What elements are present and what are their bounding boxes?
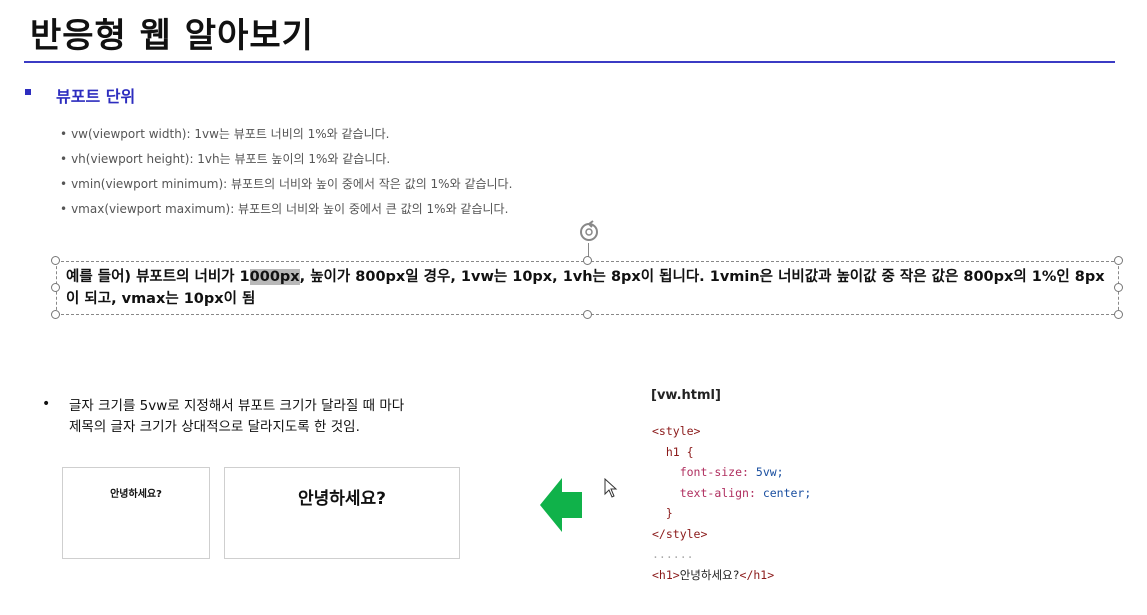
code-close-brace: } bbox=[665, 506, 673, 520]
resize-handle-top-mid[interactable] bbox=[583, 256, 592, 265]
resize-handle-top-right[interactable] bbox=[1114, 256, 1123, 265]
code-block: <style> h1 { font-size: 5vw; text-align:… bbox=[652, 421, 811, 585]
unit-item-vmin: vmin(viewport minimum): 뷰포트의 너비와 높이 중에서 … bbox=[60, 174, 512, 199]
slide-title: 반응형 웹 알아보기 bbox=[30, 16, 314, 56]
example-text-highlight: 000px bbox=[249, 269, 300, 285]
example-text[interactable]: 예를 들어) 뷰포트의 너비가 1000px, 높이가 800px일 경우, 1… bbox=[66, 266, 1106, 310]
example-text-before: 예를 들어) 뷰포트의 너비가 1 bbox=[66, 269, 250, 285]
unit-item-vmax: vmax(viewport maximum): 뷰포트의 너비와 높이 중에서 … bbox=[60, 199, 512, 224]
code-value-font-size: 5vw; bbox=[755, 465, 784, 479]
point-text: 글자 크기를 5vw로 지정해서 뷰포트 크기가 달라질 때 마다 제목의 글자… bbox=[69, 396, 509, 438]
code-prop-font-size: font-size: bbox=[679, 465, 749, 479]
demo-small-heading: 안녕하세요? bbox=[110, 489, 162, 500]
section-bullet-icon bbox=[25, 89, 31, 95]
mouse-cursor-icon bbox=[604, 478, 618, 498]
resize-handle-mid-left[interactable] bbox=[51, 283, 60, 292]
left-arrow-icon bbox=[540, 478, 582, 532]
code-filename: [vw.html] bbox=[651, 388, 721, 403]
section-heading: 뷰포트 단위 bbox=[56, 87, 136, 106]
code-value-text-align: center; bbox=[762, 485, 812, 500]
rotate-handle-icon[interactable] bbox=[576, 219, 602, 245]
code-prop-text-align: text-align: bbox=[679, 485, 756, 500]
resize-handle-bottom-right[interactable] bbox=[1114, 310, 1123, 319]
demo-large-viewport: 안녕하세요? bbox=[224, 467, 460, 559]
resize-handle-mid-right[interactable] bbox=[1114, 283, 1123, 292]
point-bullet: • bbox=[42, 396, 51, 412]
unit-item-vh: vh(viewport height): 1vh는 뷰포트 높이의 1%와 같습… bbox=[60, 149, 512, 174]
code-style-open: <style> bbox=[652, 424, 701, 438]
code-style-close: </style> bbox=[652, 526, 708, 541]
point-line-1: 글자 크기를 5vw로 지정해서 뷰포트 크기가 달라질 때 마다 bbox=[69, 398, 405, 414]
code-h1-close: </h1> bbox=[739, 567, 775, 582]
code-ellipsis: ...... bbox=[652, 547, 694, 561]
code-h1-text: 안녕하세요? bbox=[679, 567, 740, 582]
resize-handle-bottom-left[interactable] bbox=[51, 310, 60, 319]
resize-handle-top-left[interactable] bbox=[51, 256, 60, 265]
viewport-unit-list: vw(viewport width): 1vw는 뷰포트 너비의 1%와 같습니… bbox=[60, 124, 512, 224]
resize-handle-bottom-mid[interactable] bbox=[583, 310, 592, 319]
unit-item-vw: vw(viewport width): 1vw는 뷰포트 너비의 1%와 같습니… bbox=[60, 124, 512, 149]
title-divider bbox=[24, 61, 1115, 63]
demo-large-heading: 안녕하세요? bbox=[297, 489, 387, 509]
code-selector: h1 { bbox=[665, 444, 694, 459]
demo-small-viewport: 안녕하세요? bbox=[62, 467, 210, 559]
code-h1-open: <h1> bbox=[652, 567, 680, 582]
point-line-2: 제목의 글자 크기가 상대적으로 달라지도록 한 것임. bbox=[69, 419, 360, 435]
